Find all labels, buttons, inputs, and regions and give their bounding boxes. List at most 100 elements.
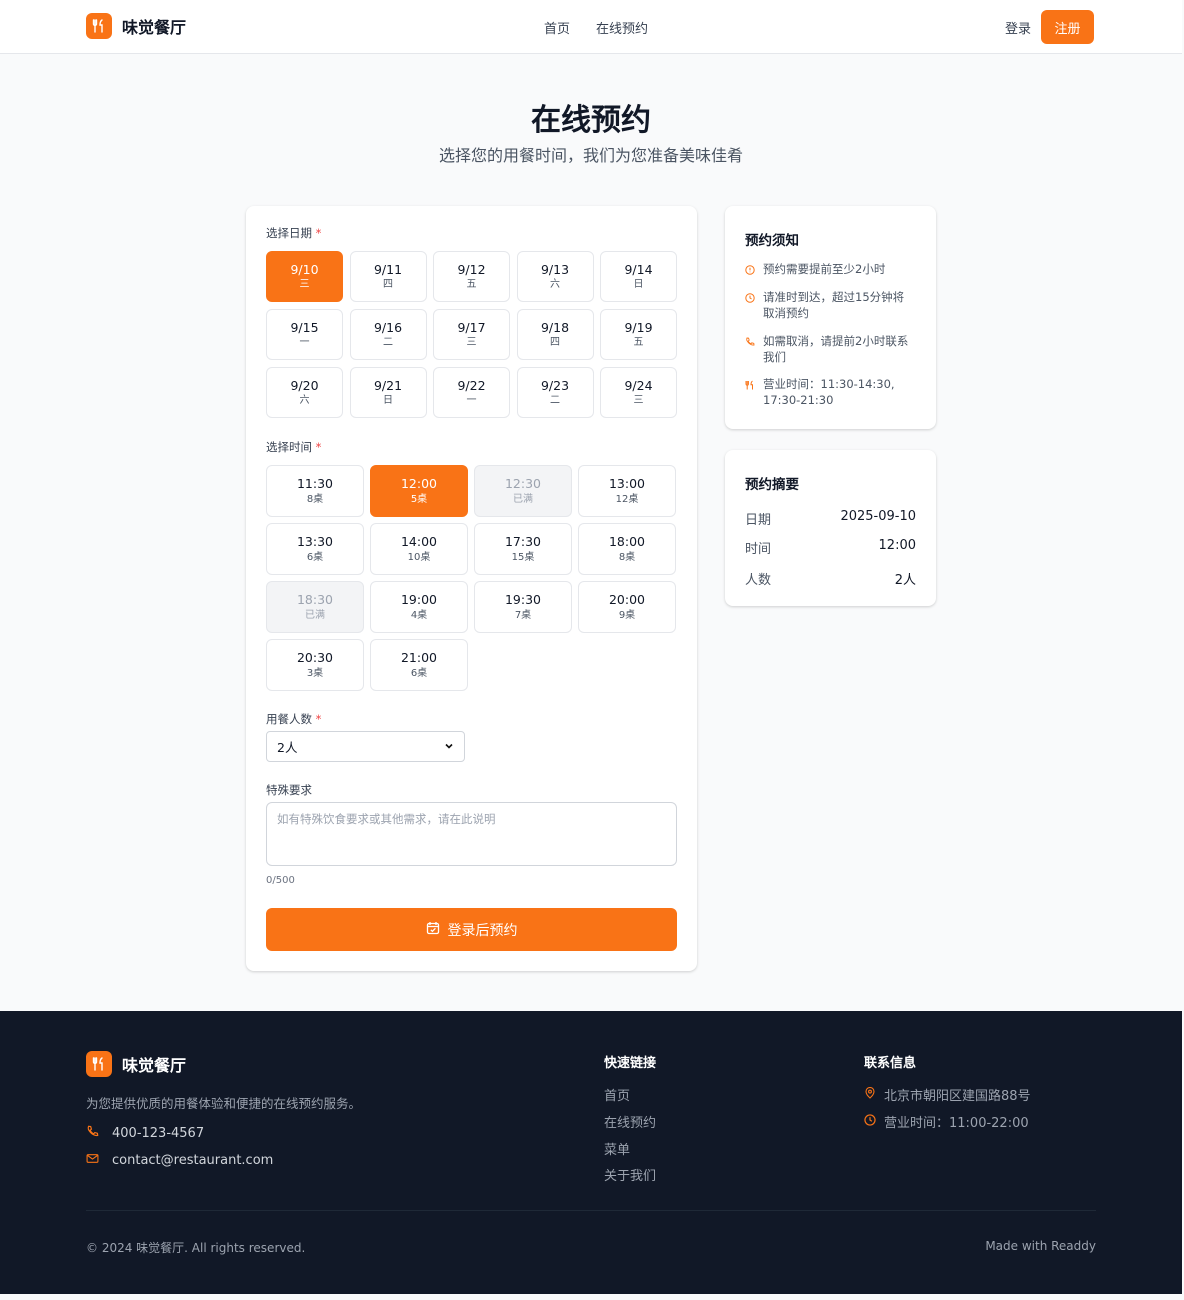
date-option[interactable]: 9/20 六 [266, 367, 343, 418]
notice-text: 如需取消，请提前2小时联系我们 [763, 334, 909, 365]
table-availability: 已满 [305, 609, 325, 621]
nav-booking[interactable]: 在线预约 [596, 18, 648, 37]
top-header: 味觉餐厅 首页 在线预约 登录 注册 [0, 0, 1182, 54]
date-weekday: 四 [383, 279, 393, 291]
time-value: 14:00 [400, 534, 438, 550]
summary-title: 预约摘要 [745, 477, 799, 493]
date-option[interactable]: 9/10 三 [266, 251, 343, 302]
brand-logo[interactable]: 味觉餐厅 [86, 13, 186, 39]
date-option[interactable]: 9/12 五 [433, 251, 510, 302]
footer-link-menu[interactable]: 菜单 [604, 1139, 630, 1158]
footer-description: 为您提供优质的用餐体验和便捷的在线预约服务。 [86, 1096, 362, 1111]
footer-divider [86, 1210, 1096, 1211]
booking-form: 选择日期 * 9/10 三 9/11 四 9/12 五 9/13 六 9/14 日 9/15 一 9/1… [246, 206, 697, 971]
table-availability: 8桌 [618, 551, 636, 563]
date-option[interactable]: 9/19 五 [600, 309, 677, 360]
time-slot[interactable]: 13:00 12桌 [578, 465, 676, 517]
summary-row-time: 时间 12:00 [745, 538, 916, 557]
clock-icon [745, 291, 755, 321]
date-label-text: 选择日期 [266, 226, 312, 240]
date-label: 选择日期 * [266, 225, 321, 241]
made-with-link[interactable]: Made with Readdy [985, 1239, 1096, 1253]
footer-link-booking[interactable]: 在线预约 [604, 1112, 656, 1131]
time-grid: 11:30 8桌 12:00 5桌 12:30 已满 13:00 12桌 13:30 6桌 14:0… [266, 465, 676, 691]
time-value: 19:30 [504, 592, 542, 608]
table-availability: 8桌 [306, 493, 324, 505]
time-value: 17:30 [504, 534, 542, 550]
time-slot[interactable]: 14:00 10桌 [370, 523, 468, 575]
time-slot[interactable]: 21:00 6桌 [370, 639, 468, 691]
date-day: 9/13 [540, 261, 570, 277]
contact-title: 联系信息 [864, 1056, 917, 1071]
date-option[interactable]: 9/23 二 [516, 367, 594, 418]
special-label: 特殊要求 [266, 783, 312, 797]
table-availability: 4桌 [410, 609, 428, 621]
date-day: 9/16 [373, 319, 403, 335]
login-link[interactable]: 登录 [1005, 18, 1031, 37]
time-label-text: 选择时间 [266, 440, 312, 454]
table-availability: 10桌 [407, 551, 431, 563]
date-option[interactable]: 9/17 三 [433, 309, 510, 360]
info-icon [745, 263, 755, 279]
time-slot[interactable]: 19:30 7桌 [474, 581, 572, 633]
date-day: 9/21 [373, 377, 403, 393]
time-value: 11:30 [296, 476, 334, 492]
email-text: contact@restaurant.com [112, 1153, 274, 1168]
chevron-down-icon [444, 739, 454, 754]
brand-name: 味觉餐厅 [122, 18, 187, 37]
date-option[interactable]: 9/13 六 [516, 251, 594, 302]
nav-home[interactable]: 首页 [544, 18, 570, 37]
date-option[interactable]: 9/16 二 [349, 309, 427, 360]
date-option[interactable]: 9/18 四 [516, 309, 594, 360]
quick-links-title: 快速链接 [604, 1056, 657, 1071]
time-slot[interactable]: 11:30 8桌 [266, 465, 364, 517]
time-label: 选择时间 * [266, 439, 321, 455]
date-option[interactable]: 9/21 日 [349, 367, 427, 418]
notice-item: 预约需要提前至少2小时 [745, 261, 915, 279]
guests-select[interactable]: 2人 [266, 731, 465, 762]
time-slot[interactable]: 17:30 15桌 [474, 523, 572, 575]
date-day: 9/14 [624, 261, 653, 277]
date-option[interactable]: 9/22 一 [433, 367, 510, 418]
date-weekday: 四 [550, 337, 560, 349]
summary-row-date: 日期 2025-09-10 [745, 509, 916, 528]
table-availability: 5桌 [410, 493, 428, 505]
table-availability: 12桌 [615, 493, 639, 505]
time-value: 18:00 [608, 534, 646, 550]
time-slot[interactable]: 18:00 8桌 [578, 523, 676, 575]
time-value: 12:30 [504, 476, 542, 492]
required-mark: * [315, 712, 322, 726]
date-option[interactable]: 9/15 一 [266, 309, 343, 360]
summary-value: 2人 [894, 573, 916, 588]
date-option[interactable]: 9/11 四 [349, 251, 427, 302]
footer-brand-name: 味觉餐厅 [122, 1056, 187, 1075]
date-weekday: 二 [383, 337, 393, 349]
date-option[interactable]: 9/14 日 [600, 251, 677, 302]
auth-area: 登录 注册 [1005, 10, 1094, 44]
time-value: 20:30 [296, 650, 334, 666]
time-slot[interactable]: 13:30 6桌 [266, 523, 364, 575]
date-day: 9/17 [457, 319, 486, 335]
notice-text: 请准时到达，超过15分钟将取消预约 [763, 290, 905, 321]
required-mark: * [315, 226, 322, 240]
date-weekday: 二 [550, 395, 560, 407]
table-availability: 9桌 [618, 609, 636, 621]
time-slot[interactable]: 20:30 3桌 [266, 639, 364, 691]
time-slot[interactable]: 12:00 5桌 [370, 465, 468, 517]
special-requests-input[interactable]: 如有特殊饮食要求或其他需求，请在此说明 [266, 802, 677, 866]
time-slot[interactable]: 20:00 9桌 [578, 581, 676, 633]
footer-brand: 味觉餐厅 [86, 1051, 186, 1077]
footer-link-about[interactable]: 关于我们 [604, 1165, 656, 1184]
date-day: 9/15 [290, 319, 319, 335]
register-button[interactable]: 注册 [1041, 10, 1094, 44]
phone-text: 400-123-4567 [112, 1126, 205, 1141]
submit-booking-button[interactable]: 登录后预约 [266, 908, 677, 951]
required-mark: * [315, 440, 322, 454]
date-day: 9/22 [457, 377, 486, 393]
date-weekday: 三 [633, 395, 644, 407]
date-option[interactable]: 9/24 三 [600, 367, 677, 418]
footer-link-home[interactable]: 首页 [604, 1085, 630, 1104]
time-slot[interactable]: 19:00 4桌 [370, 581, 468, 633]
date-weekday: 日 [633, 279, 644, 291]
summary-value: 12:00 [878, 538, 916, 553]
